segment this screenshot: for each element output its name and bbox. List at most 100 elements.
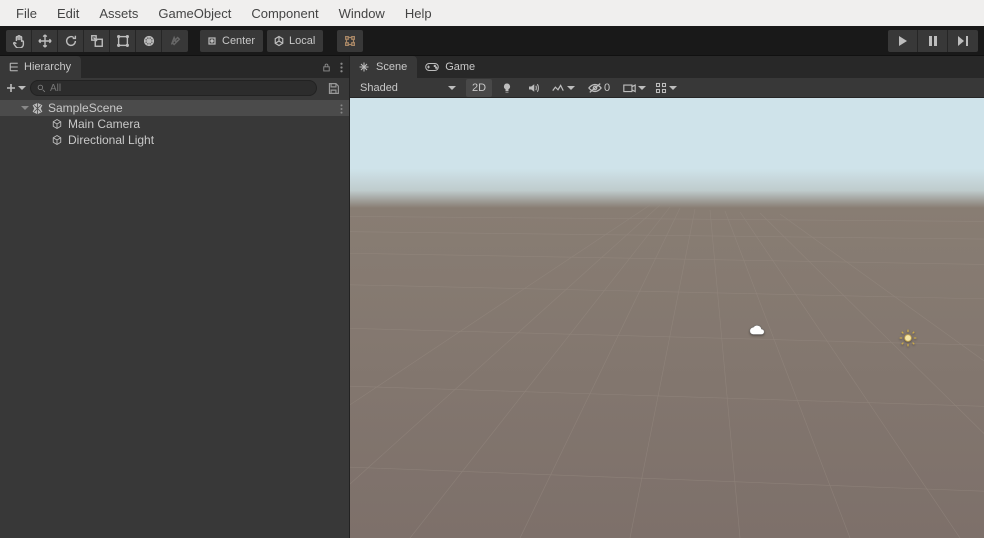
custom-tool-icon	[168, 34, 182, 48]
main-content: Hierarchy All	[0, 56, 984, 538]
pivot-local-button[interactable]: Local	[267, 30, 323, 52]
play-button[interactable]	[888, 30, 918, 52]
save-scene-button[interactable]	[323, 79, 343, 97]
scene-toolbar: Shaded 2D 0	[350, 78, 984, 98]
lightbulb-icon	[501, 82, 513, 94]
scene-tab-bar: Scene Game	[350, 56, 984, 78]
hierarchy-tree: SampleScene Main Camera Directional Ligh…	[0, 98, 349, 538]
scale-tool-button[interactable]	[84, 30, 110, 52]
move-icon	[38, 34, 52, 48]
move-tool-button[interactable]	[32, 30, 58, 52]
playback-group	[888, 30, 978, 52]
chevron-down-icon	[18, 86, 26, 90]
lock-icon[interactable]	[321, 62, 332, 73]
cube-icon	[50, 117, 64, 131]
hierarchy-tab[interactable]: Hierarchy	[0, 56, 81, 78]
scene-viewport[interactable]	[350, 98, 984, 538]
sun-icon	[898, 328, 918, 348]
chevron-down-icon	[567, 86, 575, 90]
gameobject-row[interactable]: Directional Light	[0, 132, 349, 148]
gameobject-label: Main Camera	[68, 117, 140, 131]
transform-tool-group	[6, 30, 188, 52]
camera-settings-button[interactable]	[620, 79, 648, 97]
menu-gameobject[interactable]: GameObject	[148, 2, 241, 25]
menu-file[interactable]: File	[6, 2, 47, 25]
game-tab[interactable]: Game	[417, 56, 485, 78]
hierarchy-toolbar: All	[0, 78, 349, 98]
create-button[interactable]	[6, 80, 26, 96]
menu-assets[interactable]: Assets	[89, 2, 148, 25]
fx-toggle-button[interactable]	[548, 79, 578, 97]
scene-tab[interactable]: Scene	[350, 56, 417, 78]
camera-gizmo[interactable]	[748, 323, 766, 340]
scene-row[interactable]: SampleScene	[0, 100, 349, 116]
chevron-down-icon	[638, 86, 646, 90]
toolbar: Center Local	[0, 26, 984, 56]
menu-icon[interactable]	[340, 62, 343, 73]
menu-edit[interactable]: Edit	[47, 2, 89, 25]
pause-button[interactable]	[918, 30, 948, 52]
scene-icon	[358, 61, 370, 73]
gizmos-icon	[655, 82, 667, 94]
step-icon	[958, 36, 969, 46]
gizmos-dropdown[interactable]	[652, 79, 680, 97]
cube-icon	[50, 133, 64, 147]
pause-icon	[928, 36, 938, 46]
scene-tab-label: Scene	[376, 61, 407, 73]
save-icon	[327, 82, 340, 95]
audio-toggle-button[interactable]	[522, 79, 544, 97]
scene-panel: Scene Game Shaded 2D	[350, 56, 984, 538]
context-menu-icon[interactable]	[340, 103, 343, 117]
rotate-icon	[64, 34, 78, 48]
transform-icon	[142, 34, 156, 48]
hand-icon	[12, 34, 26, 48]
menu-help[interactable]: Help	[395, 2, 442, 25]
shading-mode-dropdown[interactable]: Shaded	[354, 79, 462, 97]
scene-visibility-button[interactable]: 0	[582, 79, 616, 97]
toggle-2d-button[interactable]: 2D	[466, 79, 492, 97]
fx-icon	[551, 82, 565, 94]
hierarchy-panel: Hierarchy All	[0, 56, 350, 538]
pivot-center-button[interactable]: Center	[200, 30, 263, 52]
gameobject-label: Directional Light	[68, 133, 154, 147]
step-button[interactable]	[948, 30, 978, 52]
scale-icon	[90, 34, 104, 48]
chevron-down-icon	[669, 86, 677, 90]
hand-tool-button[interactable]	[6, 30, 32, 52]
menu-window[interactable]: Window	[329, 2, 395, 25]
search-icon	[37, 84, 46, 93]
pivot-group: Center Local	[200, 30, 327, 52]
play-icon	[898, 36, 908, 46]
rotate-tool-button[interactable]	[58, 30, 84, 52]
gameobject-row[interactable]: Main Camera	[0, 116, 349, 132]
rect-tool-button[interactable]	[110, 30, 136, 52]
camera-icon	[623, 82, 636, 93]
lighting-toggle-button[interactable]	[496, 79, 518, 97]
plus-icon	[6, 83, 16, 93]
snap-icon	[343, 34, 357, 48]
transform-tool-button[interactable]	[136, 30, 162, 52]
center-icon	[206, 35, 218, 47]
eye-off-icon	[588, 82, 602, 94]
shading-mode-label: Shaded	[360, 82, 398, 94]
pivot-local-label: Local	[289, 35, 315, 47]
chevron-down-icon	[448, 86, 456, 90]
rect-icon	[116, 34, 130, 48]
game-tab-label: Game	[445, 61, 475, 73]
unity-icon	[30, 101, 44, 115]
light-gizmo[interactable]	[898, 328, 918, 351]
hierarchy-tab-bar: Hierarchy	[0, 56, 349, 78]
hierarchy-icon	[8, 61, 20, 73]
search-placeholder: All	[50, 83, 61, 94]
snap-button[interactable]	[337, 30, 363, 52]
menu-component[interactable]: Component	[241, 2, 328, 25]
visibility-count: 0	[604, 82, 610, 94]
expander-icon[interactable]	[20, 103, 30, 113]
local-icon	[273, 35, 285, 47]
cloud-icon	[748, 323, 766, 337]
hierarchy-search-input[interactable]: All	[30, 80, 317, 96]
hierarchy-tab-label: Hierarchy	[24, 61, 71, 73]
grid-overlay	[350, 98, 984, 538]
custom-tool-button[interactable]	[162, 30, 188, 52]
pivot-center-label: Center	[222, 35, 255, 47]
